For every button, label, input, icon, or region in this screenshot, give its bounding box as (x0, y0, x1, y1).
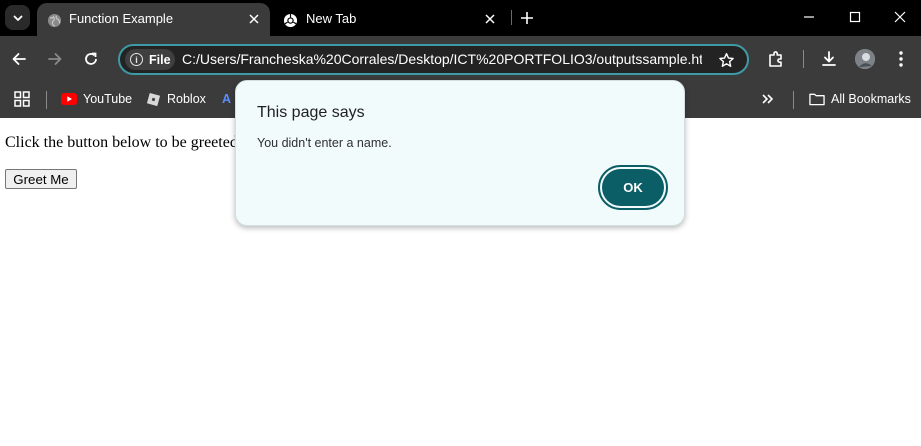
chevron-double-right-icon (762, 94, 774, 104)
bookmarks-divider (793, 91, 794, 109)
site-info-chip[interactable]: i File (125, 49, 175, 70)
close-window-button[interactable] (882, 5, 918, 29)
profile-button[interactable] (854, 48, 876, 70)
url-text[interactable]: C:/Users/Francheska%20Corrales/Desktop/I… (182, 51, 702, 67)
bookmarks-divider (46, 91, 47, 109)
more-bookmarks-button[interactable] (761, 89, 775, 109)
arrow-right-icon (48, 53, 62, 65)
reload-icon (85, 52, 97, 65)
bookmark-partial[interactable]: A (222, 89, 231, 109)
tab-divider (511, 10, 512, 25)
puzzle-icon (769, 51, 782, 67)
more-vertical-icon (899, 51, 903, 67)
tab-new-tab[interactable]: New Tab (274, 3, 506, 36)
alert-dialog: This page says You didn't enter a name. … (235, 80, 685, 226)
tab-search-button[interactable] (5, 5, 30, 30)
back-button[interactable] (8, 48, 30, 70)
ok-button-focus-ring: OK (598, 165, 668, 210)
chevron-down-icon (13, 15, 22, 21)
menu-button[interactable] (890, 48, 912, 70)
info-icon: i (130, 53, 143, 66)
site-info-label: File (149, 52, 171, 67)
apps-button[interactable] (14, 89, 30, 109)
download-icon (822, 51, 836, 66)
tab-title: Function Example (69, 11, 174, 26)
close-icon (894, 11, 906, 23)
bookmark-partial-label: A (222, 92, 232, 106)
dialog-message: You didn't enter a name. (257, 136, 392, 150)
toolbar: i File C:/Users/Francheska%20Corrales/De… (0, 36, 921, 82)
address-bar[interactable]: i File C:/Users/Francheska%20Corrales/De… (118, 44, 749, 75)
apps-grid-icon (14, 91, 30, 107)
maximize-button[interactable] (837, 5, 873, 29)
bookmark-roblox[interactable]: Roblox (145, 89, 206, 109)
close-tab-icon[interactable] (482, 11, 498, 27)
chrome-icon (283, 13, 298, 28)
instruction-text: Click the button below to be greeted (5, 134, 238, 151)
ok-button[interactable]: OK (602, 169, 664, 206)
maximize-icon (849, 11, 861, 23)
close-tab-icon[interactable] (246, 11, 262, 27)
tab-title: New Tab (306, 11, 357, 26)
bookmark-star-icon[interactable] (717, 51, 735, 69)
all-bookmarks-button[interactable]: All Bookmarks (809, 89, 911, 109)
bookmark-youtube[interactable]: YouTube (61, 89, 132, 109)
minimize-icon (804, 16, 814, 18)
all-bookmarks-label: All Bookmarks (831, 92, 911, 106)
bookmark-label: YouTube (83, 92, 133, 106)
arrow-left-icon (12, 53, 26, 65)
greet-me-button[interactable]: Greet Me (5, 169, 77, 189)
minimize-button[interactable] (791, 5, 827, 29)
globe-icon (47, 13, 62, 28)
roblox-icon (145, 91, 161, 107)
folder-icon (809, 91, 825, 107)
tab-function-example[interactable]: Function Example (37, 3, 270, 36)
tab-strip: Function Example New Tab (0, 0, 921, 36)
new-tab-button[interactable] (517, 8, 537, 28)
avatar (855, 49, 875, 69)
youtube-icon (61, 91, 77, 107)
plus-icon (521, 12, 533, 24)
reload-button[interactable] (80, 48, 102, 70)
downloads-button[interactable] (818, 48, 840, 70)
forward-button[interactable] (44, 48, 66, 70)
bookmark-label: Roblox (167, 92, 206, 106)
dialog-title: This page says (257, 104, 365, 121)
toolbar-divider (803, 50, 804, 68)
extensions-button[interactable] (765, 48, 787, 70)
